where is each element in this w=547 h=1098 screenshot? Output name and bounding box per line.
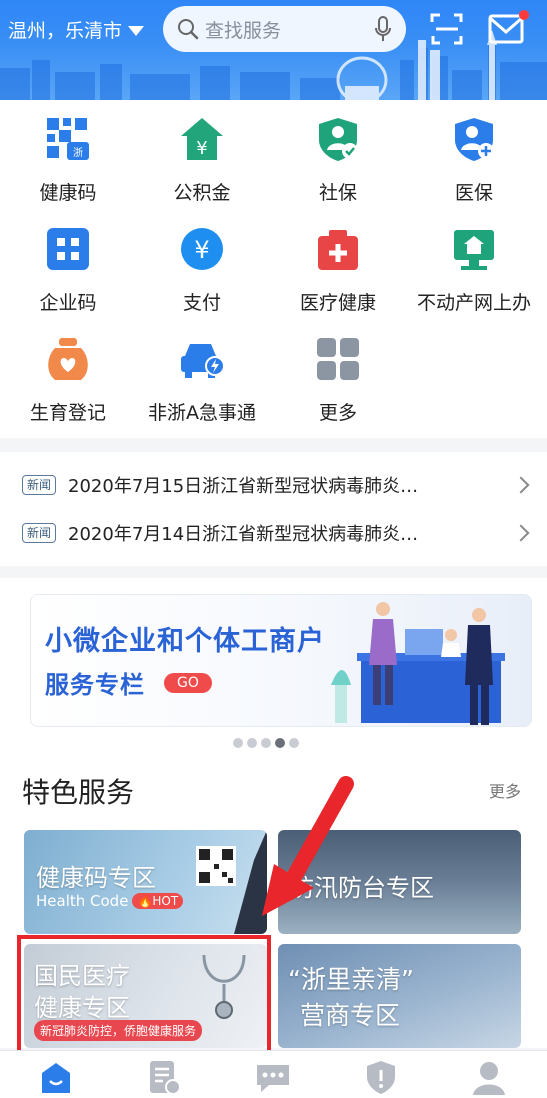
- tile-title-line1: “浙里亲清”: [288, 965, 414, 994]
- service-label: 更多: [318, 402, 357, 424]
- service-label: 支付: [182, 292, 221, 314]
- location-selector[interactable]: 温州，乐清市: [8, 16, 145, 43]
- more-grid-icon: [317, 338, 359, 380]
- service-grid: 浙 健康码 ¥ 公积金 社保 医保 企业码 ¥ 支付 医疗健康 不动产网上办 生…: [0, 100, 547, 438]
- promo-banner[interactable]: 小微企业和个体工商户 服务专栏 GO: [30, 594, 532, 727]
- hot-badge: 🔥 HOT: [132, 893, 184, 909]
- service-birth-registration[interactable]: 生育登记: [0, 336, 136, 425]
- location-label: 温州，乐清市: [8, 20, 123, 42]
- banner-pagination[interactable]: [233, 738, 299, 748]
- red-arrow-annotation: [262, 776, 354, 916]
- tile-title-line2: 营商专区: [300, 1001, 401, 1030]
- service-label: 生育登记: [29, 402, 106, 424]
- tile-health-code[interactable]: 健康码专区 Health Code 🔥 HOT: [24, 830, 267, 934]
- tile-subtitle: Health Code: [36, 892, 129, 910]
- message-mail-icon[interactable]: [488, 10, 530, 46]
- pagination-dot[interactable]: [289, 738, 299, 748]
- service-label: 公积金: [173, 182, 231, 204]
- news-item[interactable]: 新闻 2020年7月14日浙江省新型冠状病毒肺炎…: [22, 518, 530, 548]
- medical-health-icon: [318, 230, 358, 270]
- flame-icon: 🔥: [137, 894, 153, 908]
- scan-icon[interactable]: [430, 12, 464, 46]
- bottom-tab-bar: [0, 1050, 547, 1098]
- service-enterprise-code[interactable]: 企业码: [0, 226, 136, 315]
- svg-text:¥: ¥: [196, 138, 207, 159]
- tile-title: 健康码专区: [36, 864, 156, 892]
- news-list: 新闻 2020年7月15日浙江省新型冠状病毒肺炎… 新闻 2020年7月14日浙…: [0, 452, 547, 566]
- housing-fund-icon: ¥: [181, 118, 223, 160]
- service-health-code[interactable]: 浙 健康码: [0, 116, 136, 205]
- service-label: 非浙A急事通: [148, 402, 256, 424]
- tile-subtitle-row: Health Code 🔥 HOT: [36, 892, 184, 910]
- hot-label: HOT: [152, 894, 179, 908]
- chevron-right-icon: [512, 524, 530, 542]
- home-icon[interactable]: [36, 1059, 76, 1095]
- news-tag: 新闻: [22, 523, 57, 543]
- service-car[interactable]: 非浙A急事通: [134, 336, 270, 425]
- section-more-link[interactable]: 更多: [489, 778, 521, 802]
- service-label: 医保: [454, 182, 493, 204]
- service-label: 社保: [318, 182, 357, 204]
- service-label: 健康码: [39, 182, 97, 204]
- service-more[interactable]: 更多: [270, 336, 406, 425]
- service-social-security[interactable]: 社保: [270, 116, 406, 205]
- section-title: 特色服务: [22, 776, 135, 809]
- service-medical-health[interactable]: 医疗健康: [270, 226, 406, 315]
- highlight-box: [17, 935, 271, 1054]
- shield-icon[interactable]: [361, 1059, 401, 1095]
- pagination-dot[interactable]: [247, 738, 257, 748]
- tile-business-service[interactable]: “浙里亲清” 营商专区: [278, 944, 521, 1048]
- banner-title: 小微企业和个体工商户: [45, 626, 325, 657]
- search-icon: [178, 19, 199, 40]
- office-people-illustration: [331, 602, 505, 725]
- payment-icon: ¥: [181, 228, 223, 270]
- chat-icon[interactable]: [253, 1059, 293, 1095]
- service-label: 不动产网上办: [416, 292, 531, 314]
- caret-down-icon: [128, 25, 145, 36]
- banner-go-button[interactable]: GO: [164, 673, 212, 693]
- news-item[interactable]: 新闻 2020年7月15日浙江省新型冠状病毒肺炎…: [22, 470, 530, 500]
- search-bar[interactable]: 查找服务: [163, 6, 406, 52]
- service-label: 企业码: [39, 292, 97, 314]
- service-label: 医疗健康: [299, 292, 376, 314]
- health-code-icon: 浙: [47, 118, 89, 160]
- enterprise-code-icon: [47, 228, 89, 270]
- pagination-dot[interactable]: [261, 738, 271, 748]
- service-real-estate[interactable]: 不动产网上办: [406, 226, 542, 315]
- medical-insurance-icon: [455, 118, 494, 161]
- svg-text:浙: 浙: [73, 147, 83, 159]
- service-payment[interactable]: ¥ 支付: [134, 226, 270, 315]
- service-housing-fund[interactable]: ¥ 公积金: [134, 116, 270, 205]
- microphone-icon[interactable]: [374, 16, 392, 42]
- search-placeholder: 查找服务: [205, 19, 282, 42]
- app-screen: 温州，乐清市 查找服务 浙 健康码 ¥ 公积金 社保 医保 企业码 ¥ 支付 医…: [0, 0, 547, 1098]
- birth-registration-icon: [48, 338, 88, 380]
- pagination-dot[interactable]: [233, 738, 243, 748]
- banner-subtitle: 服务专栏: [45, 671, 145, 699]
- pagination-dot-active[interactable]: [275, 738, 285, 748]
- services-list-icon[interactable]: [144, 1059, 184, 1095]
- chevron-right-icon: [512, 476, 530, 494]
- svg-text:¥: ¥: [194, 236, 209, 264]
- social-security-icon: [319, 118, 358, 161]
- service-medical-insurance[interactable]: 医保: [406, 116, 542, 205]
- car-service-icon: [181, 344, 225, 378]
- user-profile-icon[interactable]: [469, 1059, 509, 1095]
- news-title: 2020年7月14日浙江省新型冠状病毒肺炎…: [68, 524, 419, 545]
- top-header: 温州，乐清市 查找服务: [0, 0, 547, 100]
- real-estate-icon: [454, 230, 494, 270]
- news-tag: 新闻: [22, 475, 57, 495]
- news-title: 2020年7月15日浙江省新型冠状病毒肺炎…: [68, 476, 419, 497]
